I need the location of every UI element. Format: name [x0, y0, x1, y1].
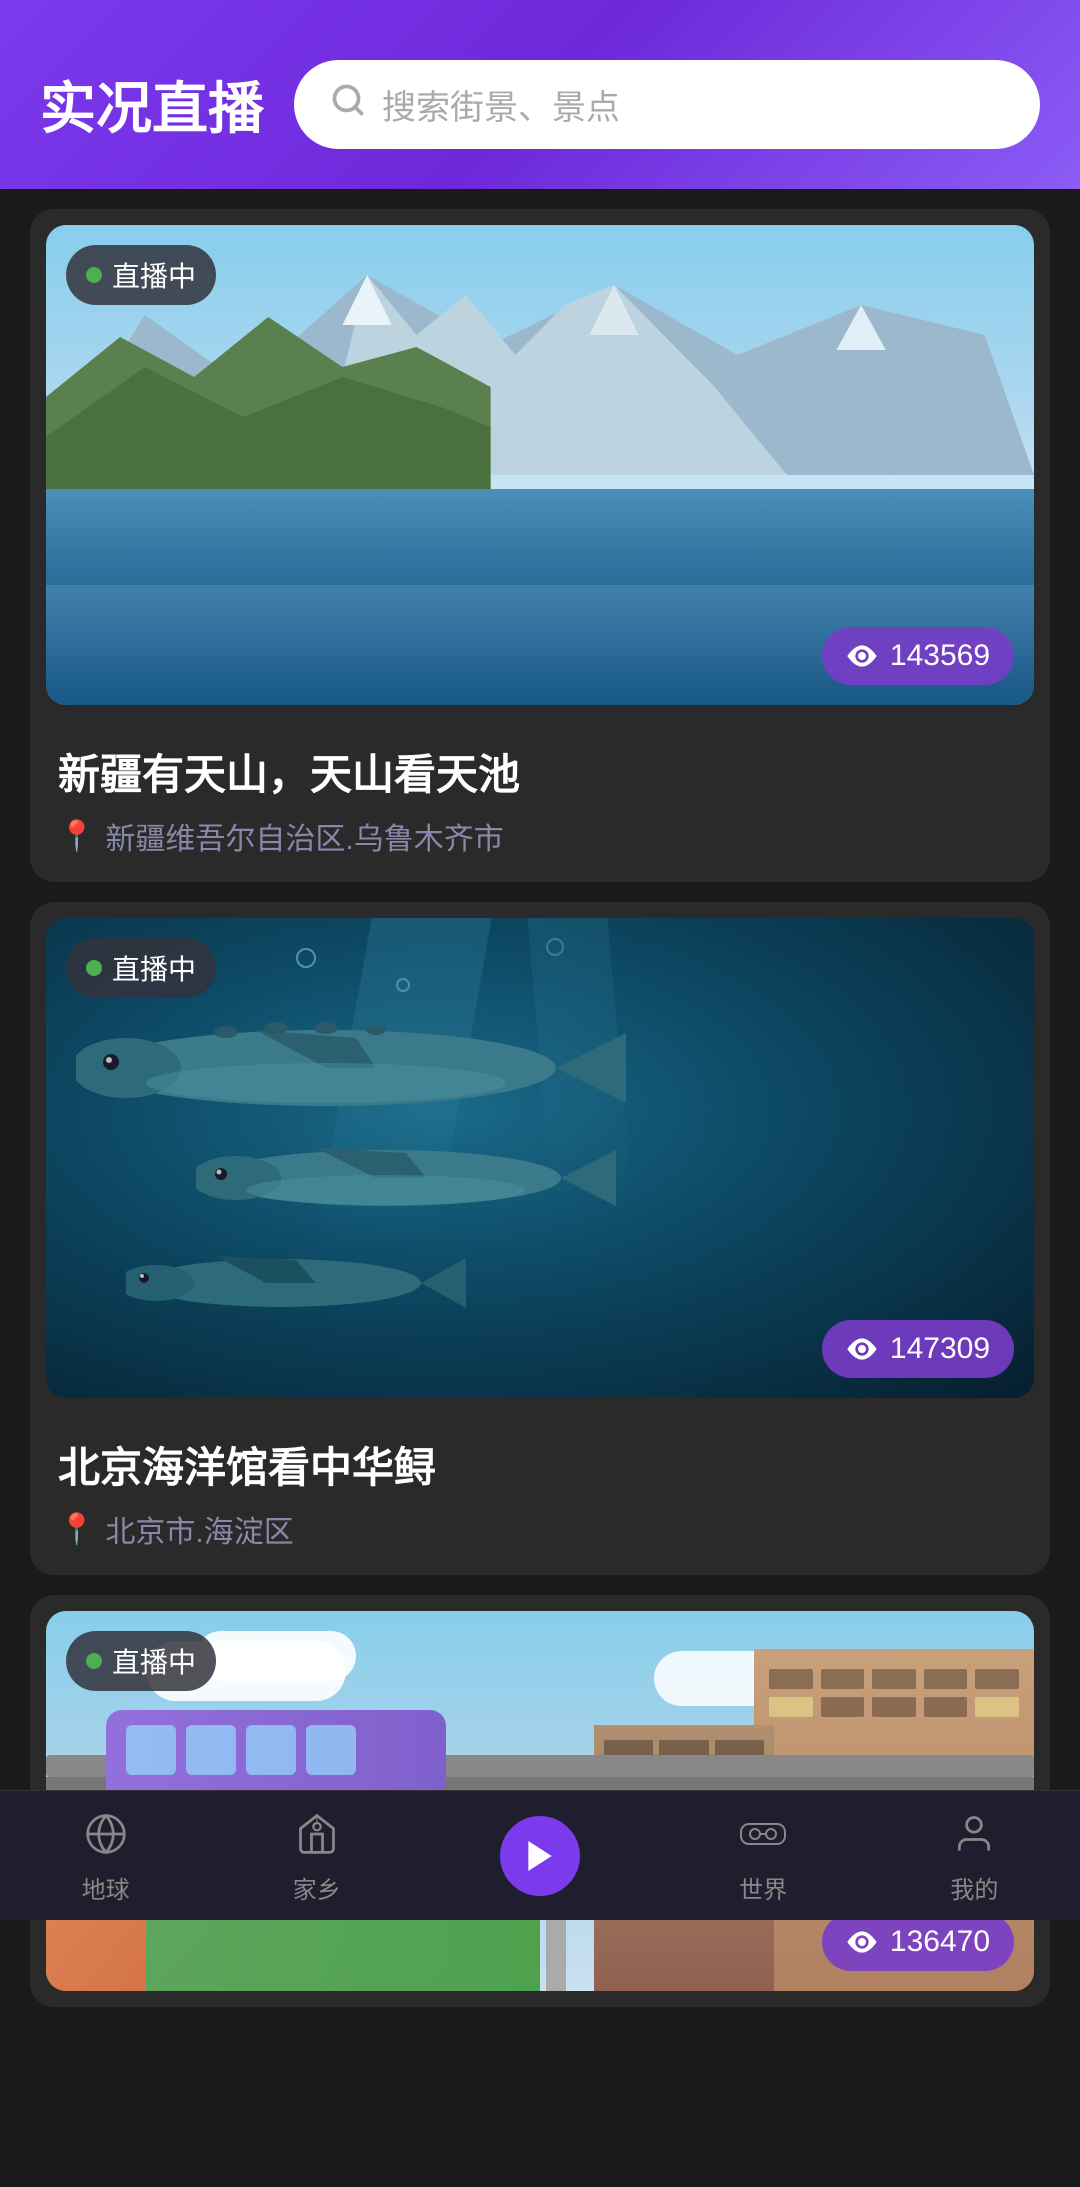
profile-icon	[946, 1806, 1002, 1862]
card-2-info: 北京海洋馆看中华鲟 📍 北京市.海淀区	[30, 1414, 1050, 1575]
app-title: 实况直播	[40, 64, 264, 145]
vr-icon	[735, 1806, 791, 1862]
card-2-live-badge: 直播中	[66, 938, 216, 998]
card-1[interactable]: 直播中 143569 新疆有天山，天山看天池 📍 新疆维吾尔自治区.乌鲁木齐市	[30, 209, 1050, 882]
card-2-title: 北京海洋馆看中华鲟	[58, 1434, 1022, 1495]
card-2-view-badge: 147309	[822, 1320, 1014, 1378]
card-3-view-badge: 136470	[822, 1913, 1014, 1971]
card-1-location: 📍 新疆维吾尔自治区.乌鲁木齐市	[58, 814, 1022, 858]
nav-label-home: 家乡	[293, 1870, 341, 1905]
header: 实况直播 搜索街景、景点	[0, 0, 1080, 189]
nav-item-mine[interactable]: 我的	[946, 1806, 1002, 1905]
card-1-view-badge: 143569	[822, 627, 1014, 685]
home-icon	[289, 1806, 345, 1862]
nav-item-world[interactable]: 世界	[735, 1806, 791, 1905]
card-1-image: 直播中 143569	[46, 225, 1034, 705]
search-bar[interactable]: 搜索街景、景点	[294, 60, 1040, 149]
card-3-live-badge: 直播中	[66, 1631, 216, 1691]
live-dot	[86, 267, 102, 283]
card-2-image: 直播中 147309	[46, 918, 1034, 1398]
nav-item-home[interactable]: 家乡	[289, 1806, 345, 1905]
live-dot-2	[86, 960, 102, 976]
card-2-location: 📍 北京市.海淀区	[58, 1507, 1022, 1551]
card-1-live-badge: 直播中	[66, 245, 216, 305]
card-1-info: 新疆有天山，天山看天池 📍 新疆维吾尔自治区.乌鲁木齐市	[30, 721, 1050, 882]
card-1-title: 新疆有天山，天山看天池	[58, 741, 1022, 802]
search-placeholder: 搜索街景、景点	[382, 80, 620, 129]
card-2[interactable]: 直播中 147309 北京海洋馆看中华鲟 📍 北京市.海淀区	[30, 902, 1050, 1575]
nav-item-live[interactable]	[500, 1816, 580, 1896]
live-icon	[500, 1816, 580, 1896]
nav-label-mine: 我的	[950, 1870, 998, 1905]
live-dot-3	[86, 1653, 102, 1669]
nav-label-world: 世界	[739, 1870, 787, 1905]
nav-label-globe: 地球	[82, 1870, 130, 1905]
bottom-nav: 地球 家乡 世界	[0, 1790, 1080, 1920]
location-icon: 📍	[58, 819, 95, 854]
search-icon	[330, 82, 366, 127]
globe-icon	[78, 1806, 134, 1862]
nav-item-globe[interactable]: 地球	[78, 1806, 134, 1905]
location-icon-2: 📍	[58, 1512, 95, 1547]
